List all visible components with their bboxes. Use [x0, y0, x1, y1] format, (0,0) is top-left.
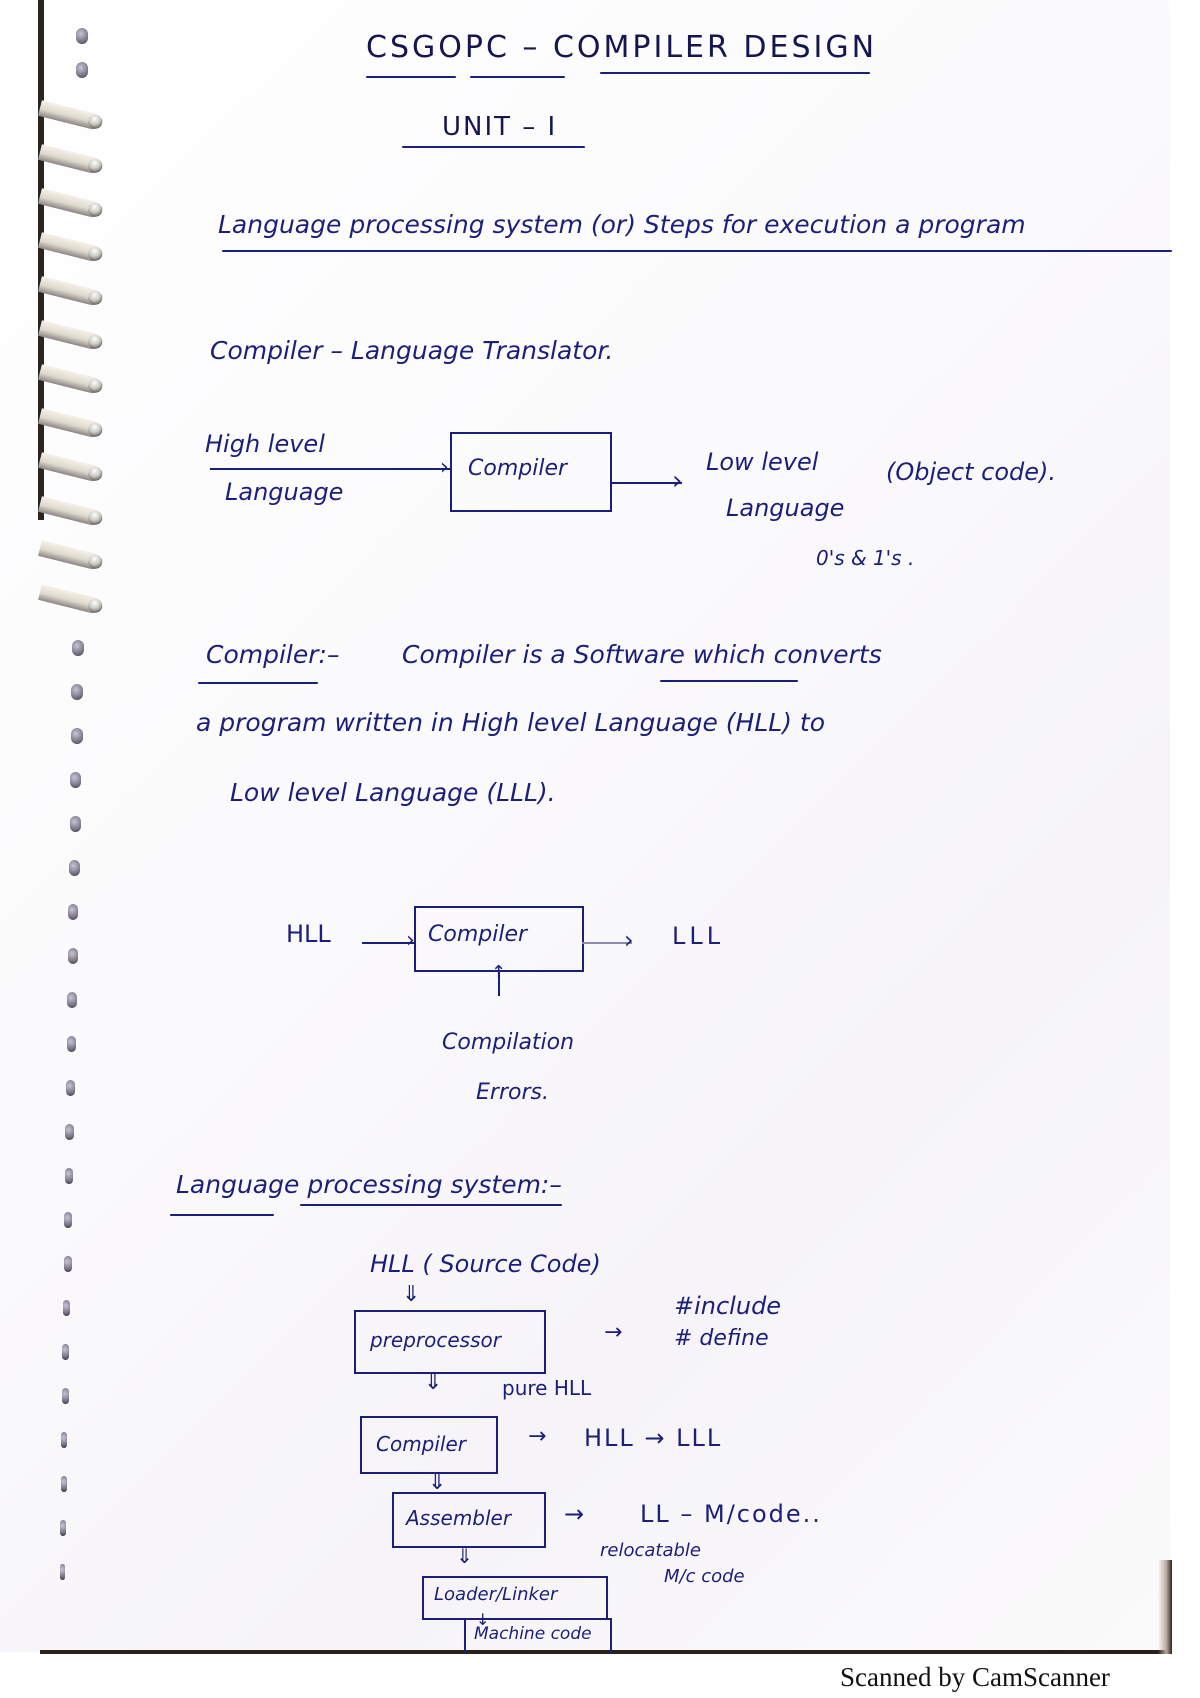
- compiler-translator-line: Compiler – Language Translator.: [210, 336, 614, 365]
- preprocessor-label: preprocessor: [370, 1328, 501, 1352]
- binding-hole: [65, 1124, 75, 1140]
- binding-hole: [61, 1388, 69, 1404]
- camscanner-watermark: Scanned by CamScanner: [840, 1662, 1110, 1692]
- input-label: High level: [205, 430, 325, 458]
- binding-hole: [70, 772, 82, 788]
- binding-hole: [69, 816, 81, 832]
- binding-hole: [69, 860, 80, 876]
- binding-hole: [68, 904, 79, 920]
- binding-hole: [66, 1080, 75, 1096]
- hll-label: HLL: [286, 920, 331, 948]
- binding-hole: [71, 684, 84, 700]
- binding-hole: [63, 1256, 72, 1272]
- section-heading-lps: Language processing system (or) Steps fo…: [218, 210, 1026, 239]
- binding-hole: [67, 948, 78, 964]
- title-underline: [600, 72, 870, 74]
- define-directive: # define: [674, 1326, 769, 1351]
- binding-hole: [61, 1432, 68, 1448]
- output-label: Language: [726, 494, 845, 522]
- double-arrow-down-icon: ⇓: [424, 1370, 443, 1395]
- input-label: Language: [225, 478, 344, 506]
- binding-hole: [63, 1300, 70, 1316]
- unit-underline: [402, 146, 585, 148]
- binding-hole: [66, 1036, 76, 1052]
- errors-label: Compilation: [442, 1030, 575, 1055]
- arrow-up-icon: ↑: [491, 962, 507, 983]
- assembler-label: Assembler: [406, 1506, 512, 1530]
- compiler-stage-label: Compiler: [376, 1432, 467, 1456]
- definition-term: Compiler:–: [206, 640, 340, 669]
- notebook-page: [0, 0, 1170, 1652]
- binding-hole: [60, 1476, 67, 1492]
- binding-hole: [60, 1520, 66, 1536]
- compiler-box-label: Compiler: [468, 456, 568, 481]
- page-corner-shadow: [1158, 1560, 1172, 1654]
- machine-code-label: Machine code: [474, 1624, 592, 1644]
- heading-underline: [300, 1204, 562, 1206]
- binding-hole: [62, 1344, 70, 1360]
- mc-code-note: M/c code: [664, 1566, 745, 1587]
- title-underline: [470, 76, 565, 78]
- heading-underline: [222, 250, 1172, 252]
- loader-linker-label: Loader/Linker: [434, 1584, 558, 1605]
- input-arrow-line: [210, 468, 450, 470]
- binding-hole: [70, 728, 83, 744]
- arrow-right-icon: →: [564, 1500, 585, 1528]
- lll-label: LLL: [672, 922, 725, 950]
- arrow-right-icon: ›: [624, 926, 634, 954]
- heading-underline: [170, 1214, 274, 1216]
- binding-hole: [64, 1168, 73, 1184]
- binding-hole: [64, 1212, 73, 1228]
- binding-hole: [76, 28, 88, 44]
- course-title: CSGOPC – COMPILER DESIGN: [366, 30, 878, 65]
- include-directive: #include: [674, 1292, 782, 1320]
- binary-note: 0's & 1's .: [816, 546, 915, 570]
- arrow-right-icon: →: [528, 1424, 547, 1449]
- arrow-right-icon: ›: [440, 455, 449, 480]
- object-code-note: (Object code).: [886, 458, 1057, 486]
- title-underline: [366, 76, 456, 78]
- relocatable-note: relocatable: [600, 1540, 702, 1561]
- binding-hole: [76, 62, 88, 78]
- arrow-right-icon: ›: [672, 466, 683, 496]
- binding-hole: [72, 640, 84, 656]
- double-arrow-down-icon: ⇓: [456, 1544, 473, 1568]
- hll-to-lll-note: HLL → LLL: [584, 1424, 723, 1452]
- binding-hole: [60, 1564, 65, 1580]
- source-code-label: HLL ( Source Code): [370, 1250, 601, 1278]
- compiler-box-label: Compiler: [428, 922, 528, 947]
- errors-label: Errors.: [476, 1080, 549, 1105]
- double-arrow-down-icon: ⇓: [402, 1282, 421, 1307]
- term-underline: [198, 682, 318, 684]
- binding-hole: [67, 992, 78, 1008]
- software-underline: [660, 680, 798, 682]
- pure-hll-label: pure HLL: [502, 1376, 592, 1400]
- spiral-spine: [38, 0, 44, 520]
- section-heading-lps-2: Language processing system:–: [176, 1170, 562, 1199]
- machine-code-note: LL – M/code..: [640, 1500, 822, 1528]
- output-label: Low level: [706, 448, 819, 476]
- unit-label: UNIT – I: [442, 112, 558, 142]
- definition-line-2: a program written in High level Language…: [196, 708, 825, 737]
- definition-line-3: Low level Language (LLL).: [230, 778, 556, 807]
- arrow-right-icon: →: [604, 1320, 623, 1345]
- definition-line-1: Compiler is a Software which converts: [402, 640, 882, 669]
